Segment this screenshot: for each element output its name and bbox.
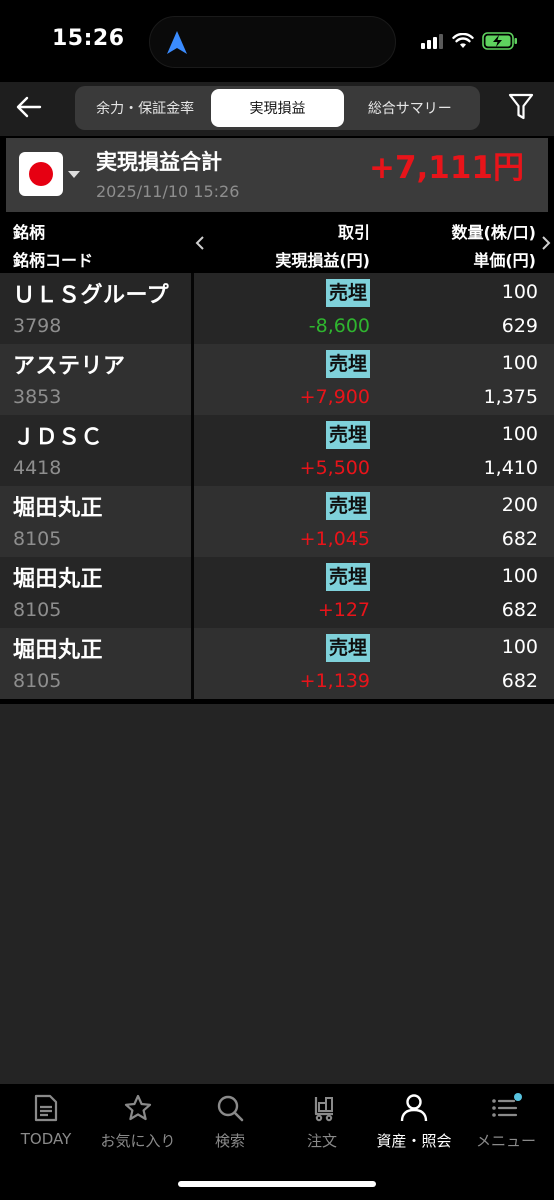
stock-name: 堀田丸正: [13, 638, 104, 663]
chevron-right-icon[interactable]: [540, 236, 552, 250]
quantity-value: 100: [501, 281, 538, 303]
realized-pnl-summary: 実現損益合計 2025/11/10 15:26 +7,111円: [6, 138, 548, 212]
col-trade: 取引: [337, 223, 370, 242]
stock-code: 4418: [13, 457, 62, 479]
table-header: 銘柄 銘柄コード 取引 実現損益(円) 数量(株/口) 単価(円): [0, 214, 554, 272]
table-row[interactable]: アステリア 3853 売埋 +7,900 100 1,375: [0, 344, 554, 416]
tab-margin-rate[interactable]: 余力・保証金率: [79, 89, 211, 127]
realized-pnl-value: +5,500: [299, 457, 370, 479]
tab-assets-label: 資産・照会: [376, 1132, 452, 1150]
table-row[interactable]: ＪＤＳＣ 4418 売埋 +5,500 100 1,410: [0, 415, 554, 487]
tab-realized-pnl[interactable]: 実現損益: [211, 89, 344, 127]
stock-code: 8105: [13, 599, 62, 621]
quantity-value: 100: [501, 423, 538, 445]
caret-down-icon[interactable]: [68, 171, 80, 178]
stock-name: ＪＤＳＣ: [13, 425, 104, 450]
stock-name: 堀田丸正: [13, 567, 104, 592]
unit-price-value: 682: [501, 599, 538, 621]
tab-summary[interactable]: 総合サマリー: [344, 89, 476, 127]
cart-icon: [306, 1092, 338, 1124]
pnl-table: ＵＬＳグループ 3798 売埋 -8,600 100 629 アステリア 385…: [0, 273, 554, 700]
menu-icon: [490, 1092, 522, 1124]
quantity-value: 100: [501, 565, 538, 587]
realized-pnl-value: +7,900: [299, 386, 370, 408]
stock-name: ＵＬＳグループ: [13, 283, 170, 308]
col-name: 銘柄: [13, 223, 46, 242]
summary-datetime: 2025/11/10 15:26: [96, 182, 240, 201]
quantity-value: 200: [501, 494, 538, 516]
cellular-signal-icon: [421, 34, 443, 49]
trade-type-badge: 売埋: [325, 492, 370, 520]
market-selector[interactable]: [19, 152, 63, 196]
stock-code: 3798: [13, 315, 62, 337]
notification-dot-icon: [514, 1093, 522, 1101]
realized-pnl-value: +1,045: [299, 528, 370, 550]
table-row[interactable]: 堀田丸正 8105 売埋 +127 100 682: [0, 557, 554, 629]
quantity-value: 100: [501, 352, 538, 374]
battery-charging-icon: [482, 32, 517, 50]
star-icon: [122, 1092, 154, 1124]
unit-price-value: 1,375: [483, 386, 538, 408]
col-price: 単価(円): [473, 251, 536, 270]
home-indicator: [178, 1181, 376, 1187]
filter-button[interactable]: [506, 92, 536, 122]
trade-type-badge: 売埋: [325, 279, 370, 307]
back-button[interactable]: [12, 90, 46, 124]
segment-control: 余力・保証金率 実現損益 総合サマリー: [75, 86, 480, 130]
stock-code: 8105: [13, 670, 62, 692]
tab-favorites-label: お気に入り: [100, 1132, 176, 1150]
unit-price-value: 629: [501, 315, 538, 337]
trade-type-badge: 売埋: [325, 350, 370, 378]
table-row[interactable]: 堀田丸正 8105 売埋 +1,139 100 682: [0, 628, 554, 700]
stock-code: 3853: [13, 386, 62, 408]
table-row[interactable]: ＵＬＳグループ 3798 売埋 -8,600 100 629: [0, 273, 554, 345]
realized-pnl-value: +127: [317, 599, 370, 621]
dynamic-island: [149, 16, 396, 68]
col-code: 銘柄コード: [13, 251, 94, 270]
unit-price-value: 1,410: [483, 457, 538, 479]
tab-today-label: TODAY: [20, 1130, 72, 1148]
tab-search[interactable]: 検索: [184, 1092, 276, 1156]
status-time: 15:26: [52, 26, 125, 51]
realized-pnl-value: +1,139: [299, 670, 370, 692]
tab-favorites[interactable]: お気に入り: [92, 1092, 184, 1156]
unit-price-value: 682: [501, 528, 538, 550]
search-icon: [214, 1092, 246, 1124]
summary-total: +7,111円: [368, 150, 524, 186]
tab-order[interactable]: 注文: [276, 1092, 368, 1156]
japan-flag-icon: [29, 162, 53, 186]
stock-code: 8105: [13, 528, 62, 550]
stock-name: 堀田丸正: [13, 496, 104, 521]
trade-type-badge: 売埋: [325, 634, 370, 662]
trade-type-badge: 売埋: [325, 421, 370, 449]
table-row[interactable]: 堀田丸正 8105 売埋 +1,045 200 682: [0, 486, 554, 558]
list-empty-area: [0, 704, 554, 1084]
realized-pnl-value: -8,600: [308, 315, 370, 337]
navigation-arrow-icon: [167, 31, 187, 54]
tab-search-label: 検索: [214, 1132, 245, 1150]
chevron-left-icon[interactable]: [194, 236, 206, 250]
stock-name: アステリア: [13, 354, 126, 379]
filter-icon: [508, 93, 534, 120]
col-pnl: 実現損益(円): [275, 251, 370, 270]
tab-assets[interactable]: 資産・照会: [368, 1092, 460, 1156]
tab-today[interactable]: TODAY: [0, 1092, 92, 1156]
unit-price-value: 682: [501, 670, 538, 692]
summary-title: 実現損益合計: [96, 150, 222, 174]
tab-menu-label: メニュー: [475, 1132, 536, 1150]
tab-menu[interactable]: メニュー: [460, 1092, 552, 1156]
status-icons: [420, 30, 518, 52]
trade-type-badge: 売埋: [325, 563, 370, 591]
status-bar: 15:26: [0, 0, 554, 82]
app-header: 余力・保証金率 実現損益 総合サマリー: [0, 82, 554, 136]
person-icon: [398, 1092, 430, 1124]
quantity-value: 100: [501, 636, 538, 658]
back-arrow-icon: [16, 96, 42, 118]
col-qty: 数量(株/口): [451, 223, 536, 242]
document-icon: [30, 1092, 62, 1124]
tab-order-label: 注文: [306, 1132, 337, 1150]
wifi-icon: [452, 33, 474, 48]
